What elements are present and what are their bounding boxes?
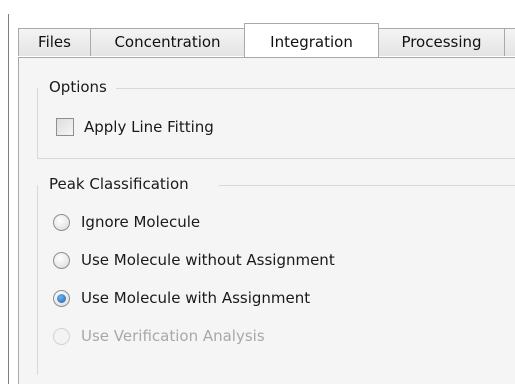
tab-files[interactable]: Files [18,28,91,56]
options-group-title: Options [49,78,107,96]
radio-ignore-molecule[interactable] [53,213,70,231]
radio-with-assignment-row[interactable]: Use Molecule with Assignment [53,289,310,307]
radio-ignore-molecule-row[interactable]: Ignore Molecule [53,213,200,231]
settings-dialog: Files Concentration Integration Processi… [0,0,515,384]
apply-line-fitting-checkbox[interactable] [56,118,74,136]
window-border [8,14,9,384]
radio-ignore-molecule-label: Ignore Molecule [81,213,201,231]
radio-verification-analysis-label: Use Verification Analysis [81,327,265,345]
tab-overflow[interactable] [504,28,515,56]
radio-with-assignment-label: Use Molecule with Assignment [81,289,311,307]
tab-underline [18,57,515,58]
tab-processing[interactable]: Processing [378,28,505,56]
peak-classification-border-top [219,185,515,186]
options-group-border-top [116,88,515,89]
apply-line-fitting-row[interactable]: Apply Line Fitting [56,118,214,136]
peak-classification-group-title: Peak Classification [49,175,189,193]
radio-without-assignment-row[interactable]: Use Molecule without Assignment [53,251,335,269]
tab-concentration[interactable]: Concentration [90,28,245,56]
tab-integration[interactable]: Integration [244,23,379,57]
options-group-border-bottom [37,158,515,159]
radio-without-assignment[interactable] [53,251,70,269]
tab-strip: Files Concentration Integration Processi… [18,23,515,58]
radio-with-assignment[interactable] [53,289,70,307]
integration-panel: Options Apply Line Fitting Peak Classifi… [18,58,515,384]
options-group-border-left [37,88,38,158]
peak-classification-border-left [37,185,38,375]
radio-verification-analysis [53,327,70,345]
radio-verification-analysis-row: Use Verification Analysis [53,327,265,345]
apply-line-fitting-label: Apply Line Fitting [84,118,214,136]
radio-without-assignment-label: Use Molecule without Assignment [81,251,335,269]
